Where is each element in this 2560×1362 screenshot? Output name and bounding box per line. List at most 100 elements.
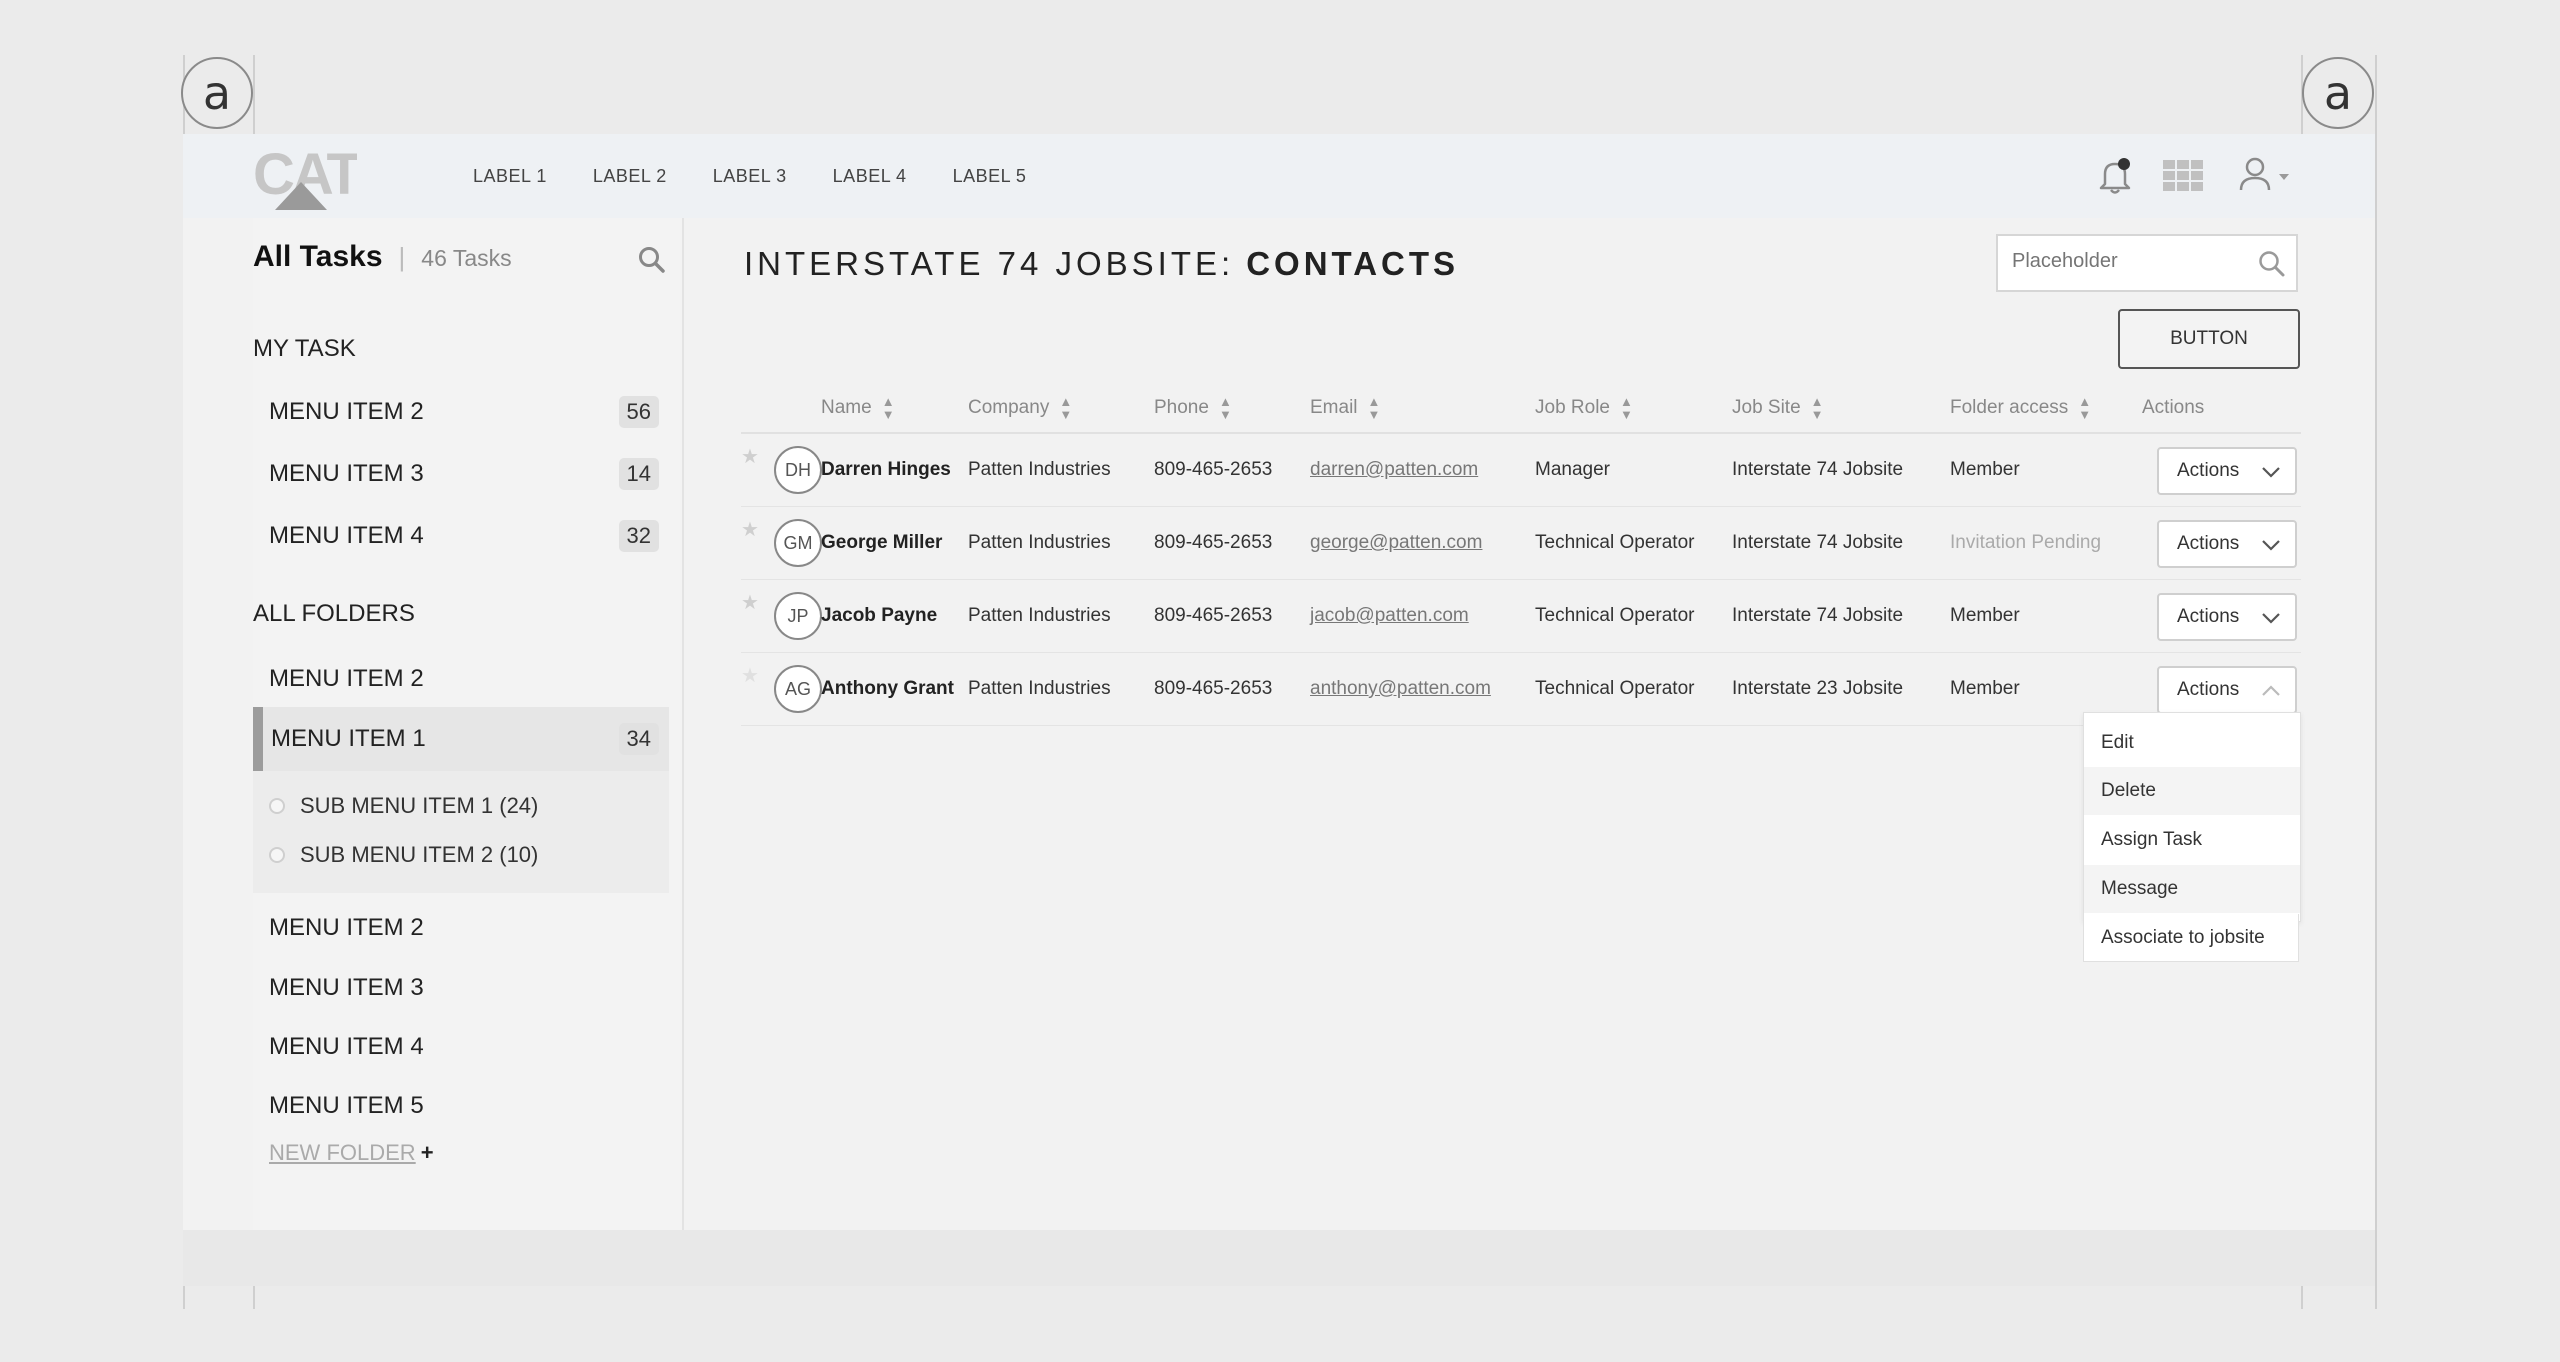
star-icon[interactable]: ★ <box>741 444 759 469</box>
table-row: ★ JP Jacob Payne Patten Industries 809-4… <box>741 580 2301 653</box>
col-header-job-role[interactable]: Job Role ▲ ▼ <box>1535 384 1633 432</box>
col-header-name[interactable]: Name ▲ ▼ <box>821 384 895 432</box>
chevron-down-icon <box>2262 467 2280 478</box>
nav-label-4[interactable]: LABEL 4 <box>833 166 907 187</box>
contact-access: Member <box>1950 678 2020 699</box>
search-icon[interactable] <box>638 246 666 274</box>
contact-phone: 809-465-2653 <box>1154 605 1273 626</box>
contact-name: Darren Hinges <box>821 459 951 480</box>
menu-item-message[interactable]: Message <box>2084 865 2300 913</box>
sub-menu-item-2[interactable]: SUB MENU ITEM 2 (10) <box>269 842 538 868</box>
menu-item-associate-to-jobsite[interactable]: Associate to jobsite <box>2083 914 2299 962</box>
primary-button[interactable]: BUTTON <box>2118 309 2300 369</box>
star-icon[interactable]: ★ <box>741 517 759 542</box>
folder-item-3[interactable]: MENU ITEM 3 <box>253 965 669 1011</box>
my-task-item-3[interactable]: MENU ITEM 3 14 <box>253 451 669 497</box>
sort-icon[interactable]: ▲ ▼ <box>1059 395 1072 421</box>
star-icon[interactable]: ★ <box>741 590 759 615</box>
right-edge-badge: a <box>2302 57 2374 129</box>
sort-icon[interactable]: ▲ ▼ <box>1620 395 1633 421</box>
contact-email[interactable]: jacob@patten.com <box>1310 580 1469 652</box>
menu-item-edit[interactable]: Edit <box>2084 719 2300 767</box>
table-row: ★ GM George Miller Patten Industries 809… <box>741 507 2301 580</box>
contact-role: Technical Operator <box>1535 678 1695 699</box>
col-header-folder-access[interactable]: Folder access ▲ ▼ <box>1950 384 2091 432</box>
sort-icon[interactable]: ▲ ▼ <box>1368 395 1381 421</box>
nav-label-1[interactable]: LABEL 1 <box>473 166 547 187</box>
contact-name: Anthony Grant <box>821 678 954 699</box>
chevron-down-icon <box>2262 540 2280 551</box>
count-badge: 34 <box>618 723 659 755</box>
col-header-job-site[interactable]: Job Site ▲ ▼ <box>1732 384 1824 432</box>
avatar: AG <box>774 665 822 713</box>
nav-label-5[interactable]: LABEL 5 <box>953 166 1027 187</box>
sub-menu-item-1[interactable]: SUB MENU ITEM 1 (24) <box>269 793 538 819</box>
nav-label-3[interactable]: LABEL 3 <box>713 166 787 187</box>
sort-icon[interactable]: ▲ ▼ <box>882 395 895 421</box>
folder-item-2-top[interactable]: MENU ITEM 2 <box>253 656 669 702</box>
contact-access: Member <box>1950 459 2020 480</box>
sub-menu-label: SUB MENU ITEM 2 (10) <box>300 842 539 867</box>
plus-icon[interactable]: + <box>421 1140 434 1165</box>
folder-item-4[interactable]: MENU ITEM 4 <box>253 1024 669 1070</box>
contact-email[interactable]: george@patten.com <box>1310 507 1482 579</box>
menu-item-assign-task[interactable]: Assign Task <box>2084 816 2300 864</box>
count-badge: 14 <box>618 458 659 490</box>
my-task-heading: MY TASK <box>253 335 356 362</box>
contact-site: Interstate 74 Jobsite <box>1732 532 1904 553</box>
chevron-down-icon[interactable] <box>2277 172 2291 182</box>
contact-site: Interstate 74 Jobsite <box>1732 605 1904 626</box>
actions-label: Actions <box>2177 460 2240 481</box>
sort-icon[interactable]: ▲ ▼ <box>2078 395 2091 421</box>
menu-item-label: MENU ITEM 2 <box>269 398 424 425</box>
avatar: JP <box>774 592 822 640</box>
contact-email[interactable]: darren@patten.com <box>1310 434 1478 506</box>
sidebar: All Tasks | 46 Tasks MY TASK MENU ITEM 2… <box>253 218 684 1230</box>
star-icon[interactable]: ★ <box>741 663 759 688</box>
contact-access: Invitation Pending <box>1950 532 2102 553</box>
sort-icon[interactable]: ▲ ▼ <box>1219 395 1232 421</box>
page-title-strong: CONTACTS <box>1246 245 1460 282</box>
nav-label-2[interactable]: LABEL 2 <box>593 166 667 187</box>
user-icon[interactable] <box>2239 156 2273 194</box>
my-task-item-4[interactable]: MENU ITEM 4 32 <box>253 513 669 559</box>
contact-company: Patten Industries <box>968 678 1111 699</box>
contact-role: Technical Operator <box>1535 532 1695 553</box>
page-title: INTERSTATE 74 JOBSITE: CONTACTS <box>744 245 1459 283</box>
contact-email[interactable]: anthony@patten.com <box>1310 653 1491 725</box>
search-input[interactable] <box>2010 249 2244 274</box>
right-outer-guide <box>2375 55 2377 1309</box>
bell-icon[interactable] <box>2096 156 2134 196</box>
menu-item-label: MENU ITEM 3 <box>269 460 424 487</box>
task-count: 46 Tasks <box>421 245 512 271</box>
search-field[interactable] <box>1996 234 2298 292</box>
actions-dropdown[interactable]: Actions <box>2157 447 2297 495</box>
contact-company: Patten Industries <box>968 532 1111 553</box>
menu-item-label: MENU ITEM 2 <box>269 665 424 692</box>
folder-item-1-active[interactable]: MENU ITEM 1 34 <box>253 707 669 771</box>
grid-icon[interactable] <box>2163 160 2203 192</box>
chevron-up-icon <box>2262 685 2280 696</box>
cat-logo[interactable]: CAT <box>253 144 357 210</box>
actions-dropdown[interactable]: Actions <box>2157 593 2297 641</box>
folder-item-2[interactable]: MENU ITEM 2 <box>253 905 669 951</box>
col-header-company[interactable]: Company ▲ ▼ <box>968 384 1072 432</box>
actions-dropdown[interactable]: Actions <box>2157 520 2297 568</box>
contact-company: Patten Industries <box>968 605 1111 626</box>
sort-icon[interactable]: ▲ ▼ <box>1811 395 1824 421</box>
folder-item-5[interactable]: MENU ITEM 5 <box>253 1083 669 1129</box>
top-nav: LABEL 1 LABEL 2 LABEL 3 LABEL 4 LABEL 5 <box>473 134 1026 218</box>
actions-dropdown-open[interactable]: Actions <box>2157 666 2297 714</box>
sub-menu-label: SUB MENU ITEM 1 (24) <box>300 793 539 818</box>
my-task-item-2[interactable]: MENU ITEM 2 56 <box>253 389 669 435</box>
search-icon[interactable] <box>2258 250 2286 278</box>
sidebar-title: All Tasks <box>253 240 383 273</box>
menu-item-label: MENU ITEM 5 <box>269 1092 424 1119</box>
new-folder-link[interactable]: NEW FOLDER <box>269 1140 416 1165</box>
avatar: DH <box>774 446 822 494</box>
actions-label: Actions <box>2177 533 2240 554</box>
actions-label: Actions <box>2177 679 2240 700</box>
col-header-email[interactable]: Email ▲ ▼ <box>1310 384 1380 432</box>
col-header-phone[interactable]: Phone ▲ ▼ <box>1154 384 1232 432</box>
menu-item-delete[interactable]: Delete <box>2084 767 2300 815</box>
